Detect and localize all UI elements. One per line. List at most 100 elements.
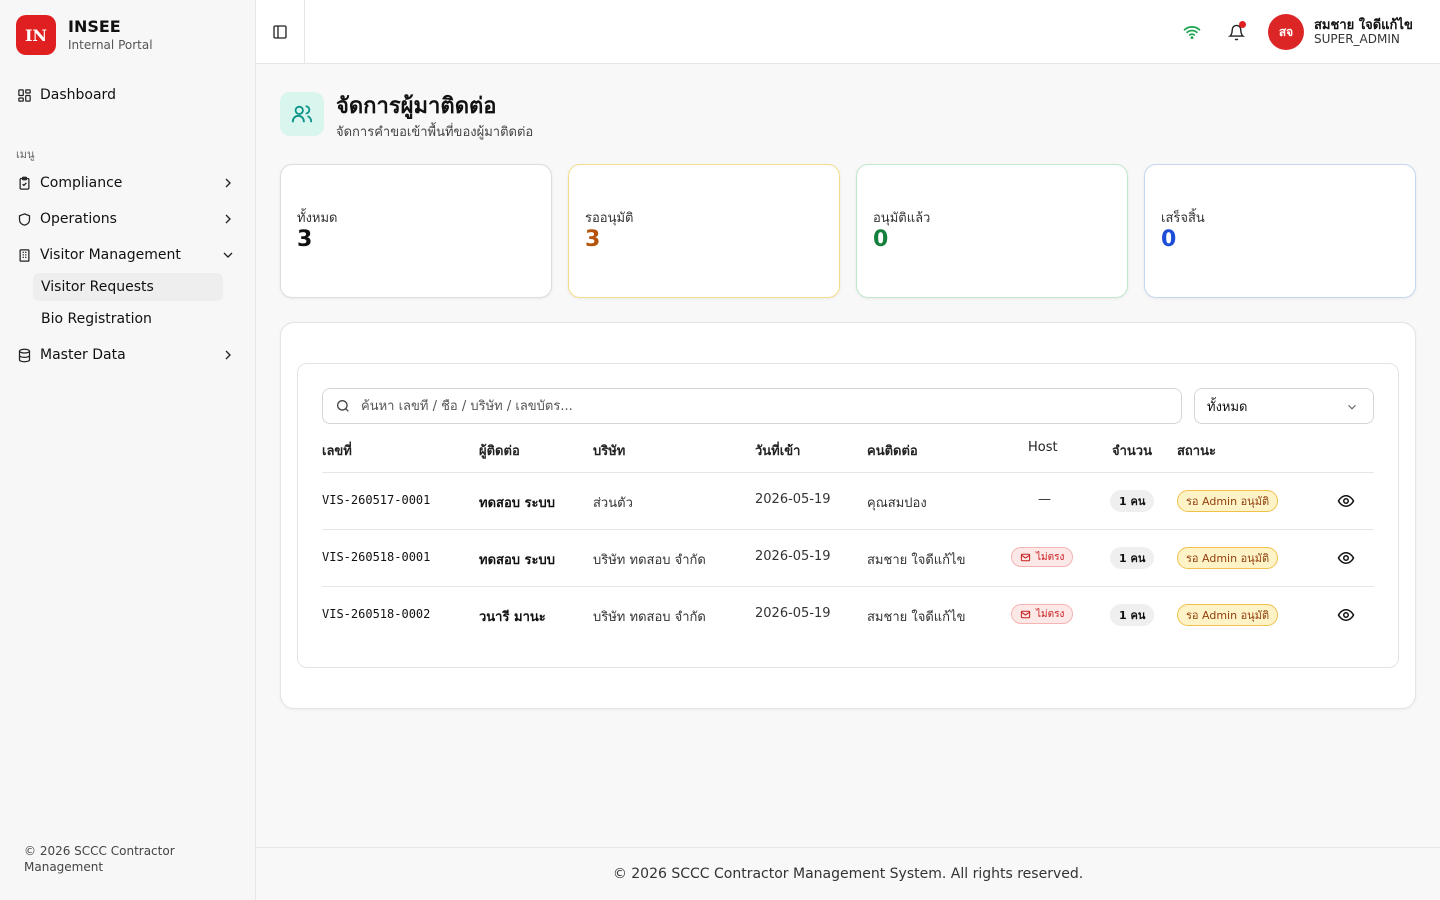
request-id: VIS-260518-0001	[322, 550, 431, 564]
wifi-icon	[1182, 22, 1202, 42]
panel-left-icon	[273, 25, 287, 39]
column-header[interactable]: จำนวน	[1112, 440, 1152, 461]
host-status: —	[1038, 492, 1051, 507]
entry-date: 2026-05-19	[755, 549, 831, 564]
filter-value: ทั้งหมด	[1207, 399, 1248, 415]
avatar[interactable]: สจ	[1268, 14, 1304, 50]
mail-icon	[1020, 610, 1031, 618]
sidebar: IN INSEE Internal Portal Dashboard เมนู …	[0, 0, 256, 900]
search-input[interactable]	[361, 398, 1161, 414]
brand-logo: IN	[16, 15, 56, 55]
sidebar-subitem-label: Visitor Requests	[41, 279, 154, 295]
sidebar-subitem-visitor-requests[interactable]: Visitor Requests	[33, 273, 223, 301]
entry-date: 2026-05-19	[755, 492, 831, 507]
chevron-right-icon	[225, 178, 231, 188]
page-footer: © 2026 SCCC Contractor Management System…	[256, 847, 1440, 900]
status-badge: รอ Admin อนุมัติ	[1177, 547, 1279, 569]
stat-card-pending: รออนุมัติ 3	[568, 164, 840, 298]
clipboard-check-icon	[16, 175, 32, 191]
stat-value: 0	[1161, 227, 1177, 252]
brand[interactable]: IN INSEE Internal Portal	[16, 15, 153, 55]
search-icon	[337, 400, 349, 412]
column-header[interactable]: ผู้ติดต่อ	[479, 440, 520, 461]
notification-dot	[1239, 21, 1246, 28]
chevron-right-icon	[225, 214, 231, 224]
divider	[322, 529, 1374, 530]
divider	[322, 586, 1374, 587]
stat-value: 3	[297, 227, 313, 252]
host-contact: คุณสมปอง	[867, 496, 927, 511]
notification-button[interactable]	[1226, 21, 1246, 42]
chevron-right-icon	[225, 350, 231, 360]
person-count-badge: 1 คน	[1110, 547, 1155, 569]
request-id: VIS-260517-0001	[322, 493, 431, 507]
building-icon	[16, 247, 32, 263]
divider	[322, 472, 1374, 473]
stat-label: ทั้งหมด	[297, 211, 338, 226]
sidebar-item-operations[interactable]: Operations	[16, 205, 240, 233]
sidebar-item-label: Master Data	[40, 347, 126, 363]
sidebar-item-label: Visitor Management	[40, 247, 181, 263]
users-icon	[280, 92, 324, 136]
status-badge: รอ Admin อนุมัติ	[1177, 490, 1279, 512]
entry-date: 2026-05-19	[755, 606, 831, 621]
eye-icon[interactable]	[1337, 549, 1355, 567]
sidebar-item-dashboard[interactable]: Dashboard	[16, 81, 240, 109]
sidebar-item-master-data[interactable]: Master Data	[16, 341, 240, 369]
stat-card-completed: เสร็จสิ้น 0	[1144, 164, 1416, 298]
contact-name: ทดสอบ ระบบ	[479, 553, 556, 568]
column-header[interactable]: คนติดต่อ	[867, 440, 918, 461]
contact-name: วนารี มานะ	[479, 610, 546, 625]
person-count-badge: 1 คน	[1110, 604, 1155, 626]
sidebar-subitem-label: Bio Registration	[41, 311, 152, 327]
company: บริษัท ทดสอบ จำกัด	[593, 610, 706, 625]
stat-label: รออนุมัติ	[585, 211, 634, 226]
topbar: สจ สมชาย ใจดีแก้ไข SUPER_ADMIN	[256, 0, 1440, 64]
search-box[interactable]	[322, 388, 1182, 424]
visitor-requests-panel: ทั้งหมด เลขที่ ผู้ติดต่อ บริษัท วันที่เข…	[280, 322, 1416, 709]
status-filter-select[interactable]: ทั้งหมด	[1194, 388, 1374, 424]
user-role: SUPER_ADMIN	[1314, 32, 1400, 46]
host-badge-label: ไม่ตรง	[1036, 608, 1065, 620]
host-mismatch-badge: ไม่ตรง	[1011, 604, 1074, 624]
page-title: จัดการผู้มาติดต่อ	[336, 94, 497, 119]
page-subtitle: จัดการคำขอเข้าพื้นที่ของผู้มาติดต่อ	[336, 125, 534, 140]
host-contact: สมชาย ใจดีแก้ไข	[867, 610, 966, 625]
company: ส่วนตัว	[593, 496, 633, 511]
chevron-down-icon	[223, 252, 233, 258]
host-contact: สมชาย ใจดีแก้ไข	[867, 553, 966, 568]
sidebar-item-label: Operations	[40, 211, 117, 227]
sidebar-item-visitor-management[interactable]: Visitor Management	[16, 241, 240, 269]
eye-icon[interactable]	[1337, 492, 1355, 510]
stat-value: 0	[873, 227, 889, 252]
column-header[interactable]: สถานะ	[1177, 440, 1216, 461]
person-count-badge: 1 คน	[1110, 490, 1155, 512]
database-icon	[16, 347, 32, 363]
mail-icon	[1020, 553, 1031, 561]
company: บริษัท ทดสอบ จำกัด	[593, 553, 706, 568]
column-header[interactable]: Host	[1028, 440, 1058, 455]
eye-icon[interactable]	[1337, 606, 1355, 624]
chevron-down-icon	[1348, 404, 1356, 410]
contact-name: ทดสอบ ระบบ	[479, 496, 556, 511]
host-badge-label: ไม่ตรง	[1036, 551, 1065, 563]
request-id: VIS-260518-0002	[322, 607, 431, 621]
column-header[interactable]: เลขที่	[322, 440, 352, 461]
sidebar-footer: © 2026 SCCC Contractor Management	[24, 844, 175, 874]
host-mismatch-badge: ไม่ตรง	[1011, 547, 1074, 567]
column-header[interactable]: วันที่เข้า	[755, 440, 800, 461]
sidebar-subitem-bio-registration[interactable]: Bio Registration	[33, 305, 223, 333]
status-badge: รอ Admin อนุมัติ	[1177, 604, 1279, 626]
stat-label: อนุมัติแล้ว	[873, 211, 931, 226]
column-header[interactable]: บริษัท	[593, 440, 625, 461]
dashboard-icon	[16, 87, 32, 103]
visitor-table-card: ทั้งหมด เลขที่ ผู้ติดต่อ บริษัท วันที่เข…	[297, 363, 1399, 668]
stat-card-approved: อนุมัติแล้ว 0	[856, 164, 1128, 298]
sidebar-item-label: Dashboard	[40, 87, 116, 103]
sidebar-item-compliance[interactable]: Compliance	[16, 169, 240, 197]
stat-card-total: ทั้งหมด 3	[280, 164, 552, 298]
sidebar-toggle-button[interactable]	[256, 0, 305, 64]
stat-label: เสร็จสิ้น	[1161, 211, 1205, 226]
brand-name: INSEE	[68, 17, 121, 36]
menu-section-label: เมนู	[16, 148, 35, 161]
